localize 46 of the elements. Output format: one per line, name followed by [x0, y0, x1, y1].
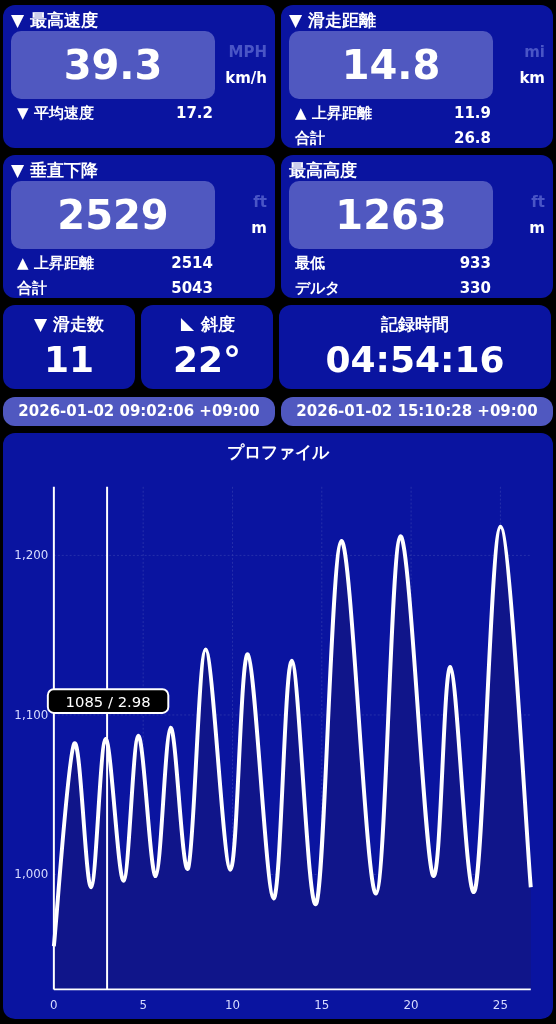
- x-axis-label: 20: [403, 998, 419, 1013]
- card-label[interactable]: ▼ 垂直下降: [11, 159, 98, 181]
- card-label[interactable]: 最高高度: [289, 159, 357, 181]
- timestamp: 2026-01-02 15:10:28 +09:00: [281, 397, 553, 426]
- row-label: 合計: [295, 128, 325, 149]
- y-axis-label: 1,000: [14, 867, 49, 882]
- y-axis-label: 1,200: [14, 548, 49, 563]
- chart-title: プロファイル: [227, 441, 329, 463]
- x-axis-label: 5: [139, 998, 147, 1013]
- card-label[interactable]: ▼ 最高速度: [11, 9, 98, 31]
- row-label: 合計: [17, 278, 47, 299]
- x-axis-label: 10: [224, 998, 240, 1013]
- card-label: ▼ 滑走数: [34, 312, 104, 336]
- unit-option[interactable]: m: [529, 219, 545, 237]
- x-axis-label: 15: [314, 998, 330, 1013]
- y-axis-label: 1,100: [14, 707, 49, 722]
- value-display: 39.3: [11, 31, 215, 99]
- timestamp: 2026-01-02 09:02:06 +09:00: [3, 397, 275, 426]
- row-value: 330: [459, 278, 491, 299]
- card-value: 22°: [172, 337, 242, 382]
- slope-icon: [179, 316, 195, 332]
- unit-option[interactable]: km/h: [225, 69, 267, 87]
- row-label: ▲ 上昇距離: [17, 253, 94, 274]
- annotation: 1085 / 2.98: [65, 692, 151, 710]
- row-value: 5043: [171, 278, 213, 299]
- row-label: ▲ 上昇距離: [295, 103, 372, 124]
- unit-option[interactable]: km: [519, 69, 545, 87]
- row-label: 最低: [295, 253, 325, 274]
- card-value: 11: [43, 337, 95, 382]
- x-axis-label: 25: [492, 998, 508, 1013]
- x-axis-label: 0: [50, 998, 58, 1013]
- row-value: 933: [459, 253, 491, 274]
- card-label[interactable]: ▼ 滑走距離: [289, 9, 376, 31]
- value-display: 1263: [289, 181, 493, 249]
- unit-option[interactable]: m: [251, 219, 267, 237]
- value-display: 14.8: [289, 31, 493, 99]
- row-value: 17.2: [176, 103, 213, 124]
- row-label: デルタ: [295, 278, 340, 299]
- row-value: 11.9: [454, 103, 491, 124]
- card-label: 斜度: [200, 312, 235, 336]
- row-value: 26.8: [454, 128, 491, 149]
- card-value: 04:54:16: [325, 337, 505, 382]
- row-value: 2514: [171, 253, 213, 274]
- card-label: 記録時間: [381, 312, 449, 336]
- value-display: 2529: [11, 181, 215, 249]
- row-label: ▼ 平均速度: [17, 103, 94, 124]
